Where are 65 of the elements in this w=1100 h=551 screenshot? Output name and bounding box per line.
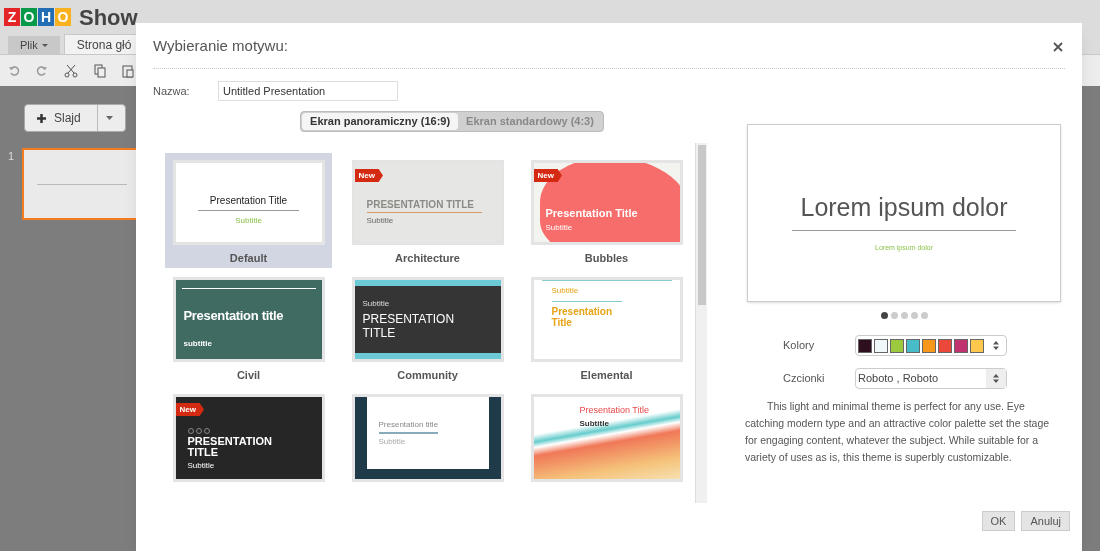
- theme-option[interactable]: New PRESENTATION TITLE Subtitle: [165, 387, 332, 502]
- preview-title: Lorem ipsum dolor: [792, 188, 1016, 231]
- slide-subtitle: Subtitle: [378, 435, 407, 448]
- slide-subtitle: subtitle: [183, 337, 213, 350]
- product-name: Show: [79, 3, 138, 32]
- slide-title: Presentation title: [183, 307, 285, 325]
- slide-title: PRESENTATION TITLE: [366, 197, 482, 214]
- theme-option[interactable]: Presentation Title Subtitle: [523, 387, 690, 502]
- theme-name: Bubbles: [584, 250, 629, 266]
- theme-option[interactable]: Presentation Title Subtitle Default: [165, 153, 332, 268]
- menu-tab[interactable]: Plik: [8, 36, 60, 54]
- slide-subtitle: Subtitle: [551, 285, 580, 297]
- slide-title: PRESENTATION TITLE: [362, 312, 456, 341]
- slide-subtitle: Subtitle: [235, 215, 262, 228]
- theme-name: Community: [397, 367, 458, 383]
- add-slide-button[interactable]: Slajd: [24, 104, 126, 132]
- fonts-select[interactable]: Roboto , Roboto: [855, 368, 1007, 389]
- slide-title: PRESENTATION TITLE: [187, 436, 274, 458]
- scrollbar[interactable]: [695, 143, 707, 503]
- cancel-button[interactable]: Anuluj: [1021, 511, 1070, 531]
- slide-subtitle: Subtitle: [362, 298, 390, 311]
- slide-subtitle: Subtitle: [366, 215, 395, 228]
- dialog-title: Wybieranie motywu:: [153, 36, 288, 57]
- aspect-tab[interactable]: Ekran panoramiczny (16:9): [302, 113, 459, 130]
- new-badge: New: [354, 169, 383, 182]
- theme-name: Default: [229, 250, 268, 266]
- color-palette-select[interactable]: [855, 335, 1007, 356]
- slide-subtitle: Subtitle: [187, 460, 215, 472]
- slide-subtitle: Subtitle: [579, 417, 610, 430]
- theme-name: Civil: [236, 367, 261, 383]
- ok-button[interactable]: OK: [981, 511, 1016, 531]
- slide-number: 1: [8, 149, 15, 164]
- slide-title: Presentation Title: [551, 301, 622, 328]
- new-badge: New: [175, 403, 204, 416]
- colors-label: Kolory: [782, 338, 816, 354]
- theme-option[interactable]: New Presentation Title Subtitle Bubbles: [523, 153, 690, 268]
- paste-icon[interactable]: [122, 63, 134, 78]
- slide-title: Presentation Title: [197, 193, 300, 212]
- name-field[interactable]: Untitled Presentation: [218, 81, 398, 101]
- slide-title: Presentation Title: [545, 206, 639, 221]
- undo-icon[interactable]: [8, 64, 20, 77]
- logo: Z O H O: [4, 8, 71, 26]
- theme-description: This light and minimal theme is perfect for any use. Eye catching modern type and an attractive color palette set the stage for engaging content, whatever the subject. While suitable for a variety of uses as is, this theme is superbly customizable.: [745, 399, 1051, 465]
- new-badge: New: [533, 169, 562, 182]
- slide-title: Presentation title: [378, 418, 439, 434]
- name-label: Nazwa:: [153, 83, 191, 99]
- copy-icon[interactable]: [94, 63, 106, 78]
- caret-icon: [41, 43, 48, 47]
- fonts-label: Czcionki: [782, 371, 826, 387]
- theme-option[interactable]: New PRESENTATION TITLE Subtitle Architecture: [344, 153, 511, 268]
- theme-option[interactable]: Presentation title subtitle Civil: [165, 270, 332, 385]
- close-icon[interactable]: [1053, 41, 1063, 52]
- theme-option[interactable]: Presentation title Subtitle: [344, 387, 511, 502]
- plus-icon: [37, 113, 46, 123]
- caret-icon: [105, 116, 113, 120]
- scissors-icon[interactable]: [64, 63, 78, 78]
- slide-subtitle: Subtitle: [545, 221, 574, 234]
- theme-option[interactable]: Subtitle Presentation Title Elemental: [523, 270, 690, 385]
- theme-option[interactable]: Subtitle PRESENTATION TITLE Community: [344, 270, 511, 385]
- redo-icon[interactable]: [36, 64, 48, 77]
- theme-name: Elemental: [580, 367, 633, 383]
- slide-title: Presentation Title: [579, 404, 651, 417]
- theme-name: Architecture: [395, 250, 460, 266]
- updown-arrows-icon: [993, 341, 999, 350]
- updown-arrows-icon: [993, 374, 999, 383]
